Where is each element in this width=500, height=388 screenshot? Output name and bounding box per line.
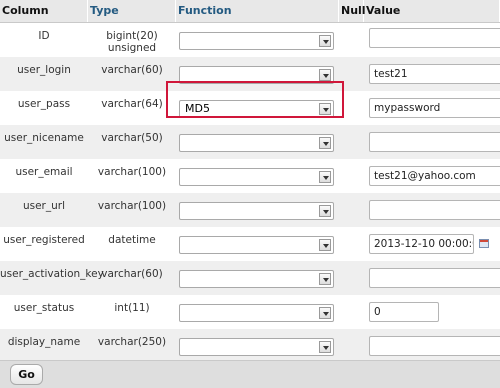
chevron-down-icon[interactable] bbox=[319, 307, 331, 319]
chevron-down-icon[interactable] bbox=[319, 341, 331, 353]
table-row: user_nicename varchar(50) bbox=[0, 125, 500, 160]
header-null: Null bbox=[339, 0, 366, 22]
datetime-input[interactable]: 2013-12-10 00:00:00 bbox=[369, 234, 474, 254]
header-value: Value bbox=[364, 0, 500, 22]
column-name: user_nicename bbox=[4, 132, 84, 144]
column-name: user_url bbox=[22, 200, 66, 212]
column-name: user_pass bbox=[17, 98, 71, 110]
column-type: varchar(60) bbox=[101, 64, 163, 76]
column-type: varchar(50) bbox=[101, 132, 163, 144]
value-input[interactable]: mypassword bbox=[369, 98, 500, 118]
function-select[interactable] bbox=[179, 338, 334, 356]
function-select[interactable] bbox=[179, 236, 334, 254]
header-type[interactable]: Type bbox=[88, 0, 176, 22]
column-type: varchar(64) bbox=[101, 98, 163, 110]
value-input[interactable] bbox=[369, 268, 500, 288]
table-row: user_registered datetime 2013-12-10 00:0… bbox=[0, 227, 500, 262]
table-row: user_activation_key varchar(60) bbox=[0, 261, 500, 296]
column-name: user_registered bbox=[3, 234, 85, 246]
value-input[interactable]: 0 bbox=[369, 302, 439, 322]
function-select[interactable] bbox=[179, 304, 334, 322]
chevron-down-icon[interactable] bbox=[319, 137, 331, 149]
value-input[interactable] bbox=[369, 28, 500, 48]
go-button[interactable]: Go bbox=[10, 364, 43, 385]
value-input[interactable]: test21@yahoo.com bbox=[369, 166, 500, 186]
table-row: user_status int(11) 0 bbox=[0, 295, 500, 330]
table-row: user_url varchar(100) bbox=[0, 193, 500, 228]
form-footer: Go bbox=[0, 360, 500, 388]
calendar-icon[interactable] bbox=[479, 239, 489, 248]
column-type: datetime bbox=[108, 234, 156, 246]
column-name: user_status bbox=[13, 302, 75, 314]
highlight-box bbox=[166, 81, 344, 118]
value-input[interactable]: test21 bbox=[369, 64, 500, 84]
chevron-down-icon[interactable] bbox=[319, 171, 331, 183]
value-input[interactable] bbox=[369, 200, 500, 220]
header-column: Column bbox=[0, 0, 88, 22]
insert-row-form: Column Type Function Null Value ID bigin… bbox=[0, 0, 500, 388]
column-name: ID bbox=[38, 30, 50, 42]
column-type: varchar(250) bbox=[97, 336, 167, 348]
column-name: user_login bbox=[17, 64, 71, 76]
table-row: ID bigint(20) unsigned bbox=[0, 23, 500, 58]
value-input[interactable] bbox=[369, 132, 500, 152]
function-select[interactable] bbox=[179, 270, 334, 288]
function-select[interactable] bbox=[179, 32, 334, 50]
chevron-down-icon[interactable] bbox=[319, 239, 331, 251]
table-row: user_email varchar(100) test21@yahoo.com bbox=[0, 159, 500, 194]
column-name: user_email bbox=[15, 166, 73, 178]
column-type: int(11) bbox=[114, 302, 150, 314]
column-name: display_name bbox=[7, 336, 81, 348]
column-type: varchar(100) bbox=[97, 200, 167, 212]
chevron-down-icon[interactable] bbox=[319, 205, 331, 217]
column-type: bigint(20) unsigned bbox=[106, 30, 158, 54]
column-type: varchar(60) bbox=[101, 268, 163, 280]
function-select[interactable] bbox=[179, 134, 334, 152]
value-input[interactable] bbox=[369, 336, 500, 356]
header-function[interactable]: Function bbox=[176, 0, 339, 22]
function-select[interactable] bbox=[179, 202, 334, 220]
chevron-down-icon[interactable] bbox=[319, 69, 331, 81]
function-select[interactable] bbox=[179, 168, 334, 186]
column-name: user_activation_key bbox=[0, 268, 104, 280]
chevron-down-icon[interactable] bbox=[319, 273, 331, 285]
chevron-down-icon[interactable] bbox=[319, 35, 331, 47]
column-type: varchar(100) bbox=[97, 166, 167, 178]
table-row: display_name varchar(250) bbox=[0, 329, 500, 361]
table-header: Column Type Function Null Value bbox=[0, 0, 500, 23]
